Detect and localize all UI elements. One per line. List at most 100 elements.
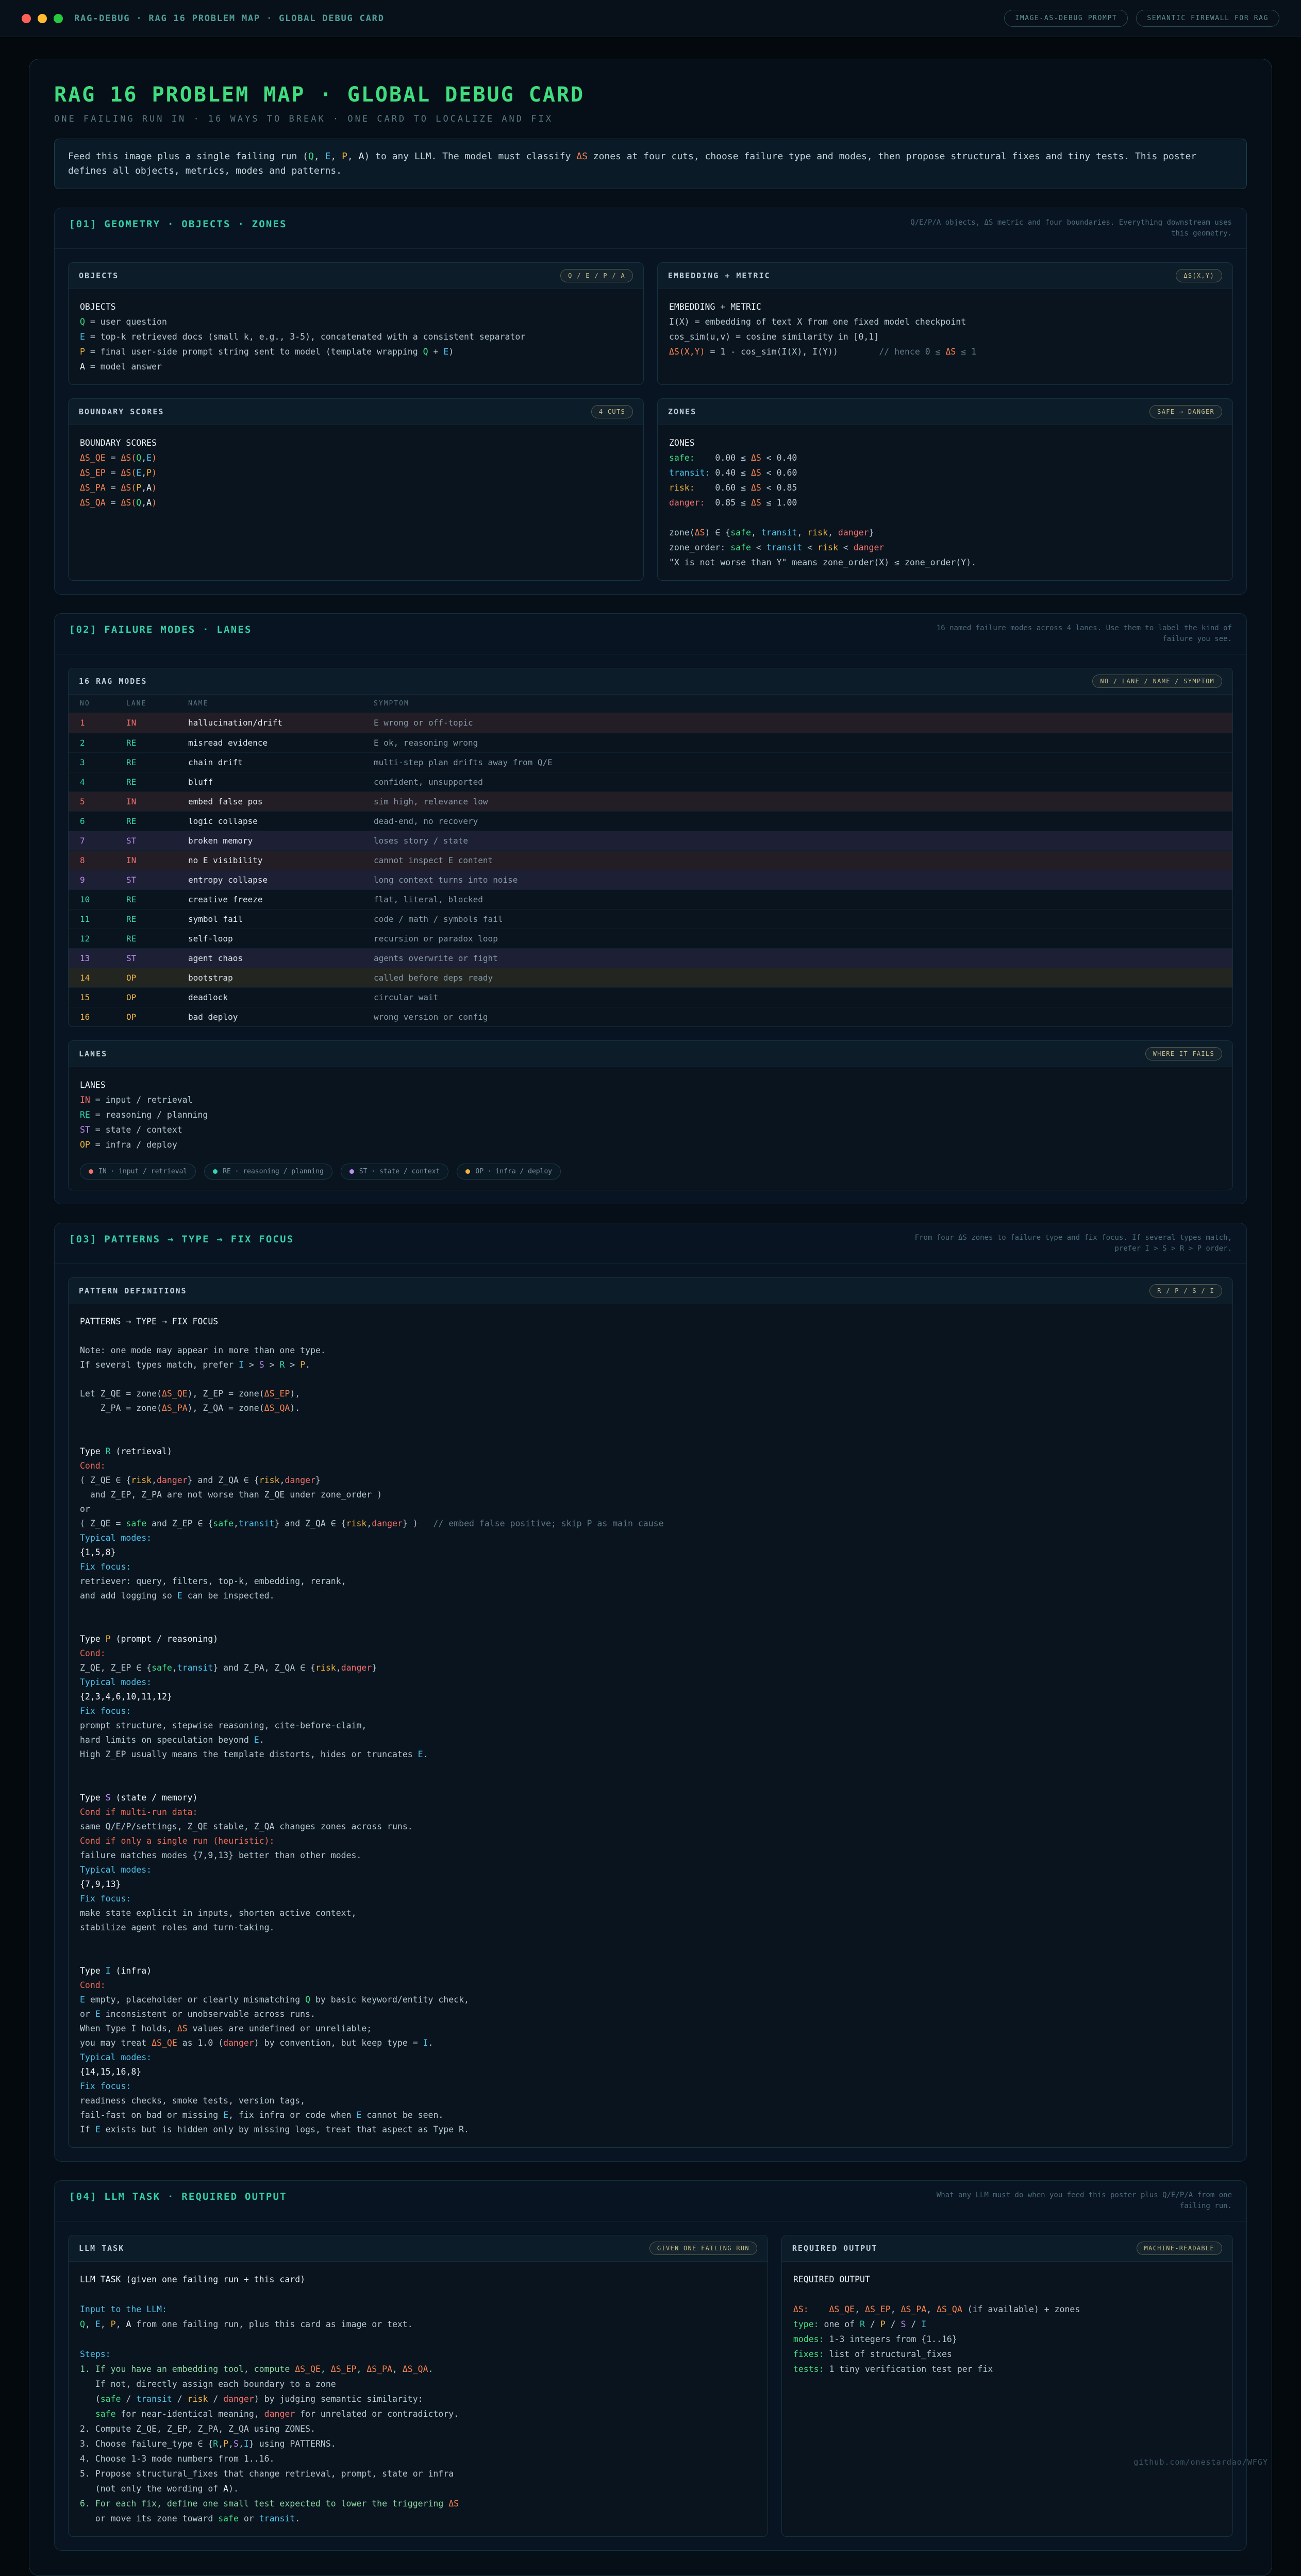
text-line: 4. Choose 1-3 mode numbers from 1..16. [80, 2451, 756, 2466]
text-line: you may treat ΔS_QE as 1.0 (danger) by c… [80, 2036, 1221, 2050]
text-line: hard limits on speculation beyond E. [80, 1733, 1221, 1747]
maximize-button[interactable] [54, 14, 63, 23]
text-line: (safe / transit / risk / danger) by judg… [80, 2392, 756, 2406]
text-line: Cond if multi-run data: [80, 1805, 1221, 1820]
text-line: Steps: [80, 2347, 756, 2362]
badge-semantic-firewall: SEMANTIC FIREWALL FOR RAG [1136, 10, 1279, 27]
text-line: same Q/E/P/settings, Z_QE stable, Z_QA c… [80, 1820, 1221, 1834]
section-label: [02] FAILURE MODES · LANES [69, 623, 252, 635]
mode-lane: ST [126, 875, 188, 885]
text-line: ΔS_QA = ΔS(Q,A) [80, 495, 632, 510]
text-line: EMBEDDING + METRIC [669, 299, 1221, 314]
llm-task-content: LLM TASK (given one failing run + this c… [69, 2262, 768, 2536]
section-geometry: [01] GEOMETRY · OBJECTS · ZONES Q/E/P/A … [54, 208, 1247, 595]
text-line: modes: 1-3 integers from {1..16} [793, 2332, 1221, 2347]
text-line: I(X) = embedding of text X from one fixe… [669, 314, 1221, 329]
lane-legend-chip: IN · input / retrieval [80, 1164, 196, 1180]
mode-no: 14 [80, 973, 126, 983]
window-title: RAG-DEBUG · RAG 16 PROBLEM MAP · GLOBAL … [74, 13, 385, 24]
table-row: 1INhallucination/driftE wrong or off-top… [69, 713, 1232, 733]
column-header-name: NAME [188, 700, 374, 708]
text-line: ΔS_QE = ΔS(Q,E) [80, 450, 632, 465]
panel-patterns-header: PATTERN DEFINITIONS R / P / S / I [69, 1278, 1232, 1304]
window-badges: IMAGE-AS-DEBUG PROMPT SEMANTIC FIREWALL … [1004, 10, 1279, 27]
mode-name: symbol fail [188, 914, 374, 924]
text-line: zone_order: safe < transit < risk < dang… [669, 540, 1221, 555]
section-failure-modes: [02] FAILURE MODES · LANES 16 named fail… [54, 613, 1247, 1204]
mode-lane: OP [126, 992, 188, 1002]
table-row: 7STbroken memoryloses story / state [69, 831, 1232, 850]
panel-boundary-scores: BOUNDARY SCORES 4 CUTS BOUNDARY SCORESΔS… [68, 398, 644, 581]
modes-table-rows: 1INhallucination/driftE wrong or off-top… [69, 713, 1232, 1026]
mode-name: hallucination/drift [188, 718, 374, 728]
text-line: Cond: [80, 1978, 1221, 1993]
panel-badge: MACHINE-READABLE [1137, 2242, 1222, 2255]
text-line: ZONES [669, 435, 1221, 450]
section-patterns-header: [03] PATTERNS → TYPE → FIX FOCUS From fo… [55, 1223, 1246, 1264]
mode-no: 2 [80, 738, 126, 748]
text-line [80, 1430, 1221, 1444]
text-line [80, 1618, 1221, 1632]
mode-name: logic collapse [188, 816, 374, 826]
footer-link[interactable]: github.com/onestardao/WFGY [1133, 2457, 1268, 2467]
text-line: PATTERNS → TYPE → FIX FOCUS [80, 1315, 1221, 1329]
panel-label: OBJECTS [79, 271, 119, 280]
text-line: {1,5,8} [80, 1545, 1221, 1560]
text-line: transit: 0.40 ≤ ΔS < 0.60 [669, 465, 1221, 480]
text-line: ΔS(X,Y) = 1 - cos_sim(I(X), I(Y)) // hen… [669, 344, 1221, 359]
panel-pattern-definitions: PATTERN DEFINITIONS R / P / S / I PATTER… [68, 1277, 1233, 2148]
text-line: (not only the wording of A). [80, 2481, 756, 2496]
close-button[interactable] [22, 14, 31, 23]
text-line: Type P (prompt / reasoning) [80, 1632, 1221, 1646]
mode-no: 16 [80, 1012, 126, 1022]
text-line [80, 1416, 1221, 1430]
text-line: {14,15,16,8} [80, 2065, 1221, 2079]
text-line: safe: 0.00 ≤ ΔS < 0.40 [669, 450, 1221, 465]
table-row: 10REcreative freezeflat, literal, blocke… [69, 889, 1232, 909]
mode-lane: IN [126, 718, 188, 728]
section-note: 16 named failure modes across 4 lanes. U… [902, 623, 1232, 645]
text-line: Z_PA = zone(ΔS_PA), Z_QA = zone(ΔS_QA). [80, 1401, 1221, 1416]
mode-no: 1 [80, 718, 126, 728]
minimize-button[interactable] [38, 14, 47, 23]
badge-image-as-debug-prompt: IMAGE-AS-DEBUG PROMPT [1004, 10, 1128, 27]
lane-legend-label: RE · reasoning / planning [223, 1168, 324, 1175]
mode-no: 7 [80, 836, 126, 846]
text-line: 5. Propose structural_fixes that change … [80, 2466, 756, 2481]
text-line [80, 1776, 1221, 1791]
text-line: High Z_EP usually means the template dis… [80, 1747, 1221, 1762]
text-line: {2,3,4,6,10,11,12} [80, 1690, 1221, 1704]
lanes-legend: IN · input / retrieval RE · reasoning / p… [69, 1163, 1232, 1190]
text-line: tests: 1 tiny verification test per fix [793, 2362, 1221, 2377]
panel-badge: WHERE IT FAILS [1145, 1047, 1222, 1060]
panel-badge: R / P / S / I [1149, 1284, 1222, 1298]
panel-zones-header: ZONES SAFE → DANGER [658, 399, 1232, 425]
text-line: failure matches modes {7,9,13} better th… [80, 1848, 1221, 1863]
text-line [80, 1603, 1221, 1618]
table-row: 4REbluffconfident, unsupported [69, 772, 1232, 792]
text-line: RE = reasoning / planning [80, 1107, 1221, 1122]
text-line: safe for near-identical meaning, danger … [80, 2406, 756, 2421]
objects-content: OBJECTSQ = user questionE = top-k retrie… [69, 289, 643, 384]
text-line: REQUIRED OUTPUT [793, 2272, 1221, 2287]
text-line: {7,9,13} [80, 1877, 1221, 1892]
section-note: Q/E/P/A objects, ΔS metric and four boun… [902, 217, 1232, 239]
text-line: or E inconsistent or unobservable across… [80, 2007, 1221, 2022]
text-line: Q, E, P, A from one failing run, plus th… [80, 2317, 756, 2332]
mode-symptom: E ok, reasoning wrong [374, 738, 1221, 748]
section-patterns: [03] PATTERNS → TYPE → FIX FOCUS From fo… [54, 1223, 1247, 2162]
panel-label: LANES [79, 1049, 107, 1058]
column-header-no: NO [80, 700, 126, 708]
text-line: OBJECTS [80, 299, 632, 314]
text-line: Type R (retrieval) [80, 1444, 1221, 1459]
text-line: Typical modes: [80, 1863, 1221, 1877]
text-line: make state explicit in inputs, shorten a… [80, 1906, 1221, 1921]
text-line: If E exists but is hidden only by missin… [80, 2123, 1221, 2137]
panel-label: PATTERN DEFINITIONS [79, 1286, 187, 1295]
section-label: [03] PATTERNS → TYPE → FIX FOCUS [69, 1233, 294, 1245]
text-line: P = final user-side prompt string sent t… [80, 344, 632, 359]
mode-symptom: long context turns into noise [374, 875, 1221, 885]
panel-zones: ZONES SAFE → DANGER ZONESsafe: 0.00 ≤ ΔS… [657, 398, 1233, 581]
mode-lane: RE [126, 777, 188, 787]
section-geometry-header: [01] GEOMETRY · OBJECTS · ZONES Q/E/P/A … [55, 208, 1246, 249]
